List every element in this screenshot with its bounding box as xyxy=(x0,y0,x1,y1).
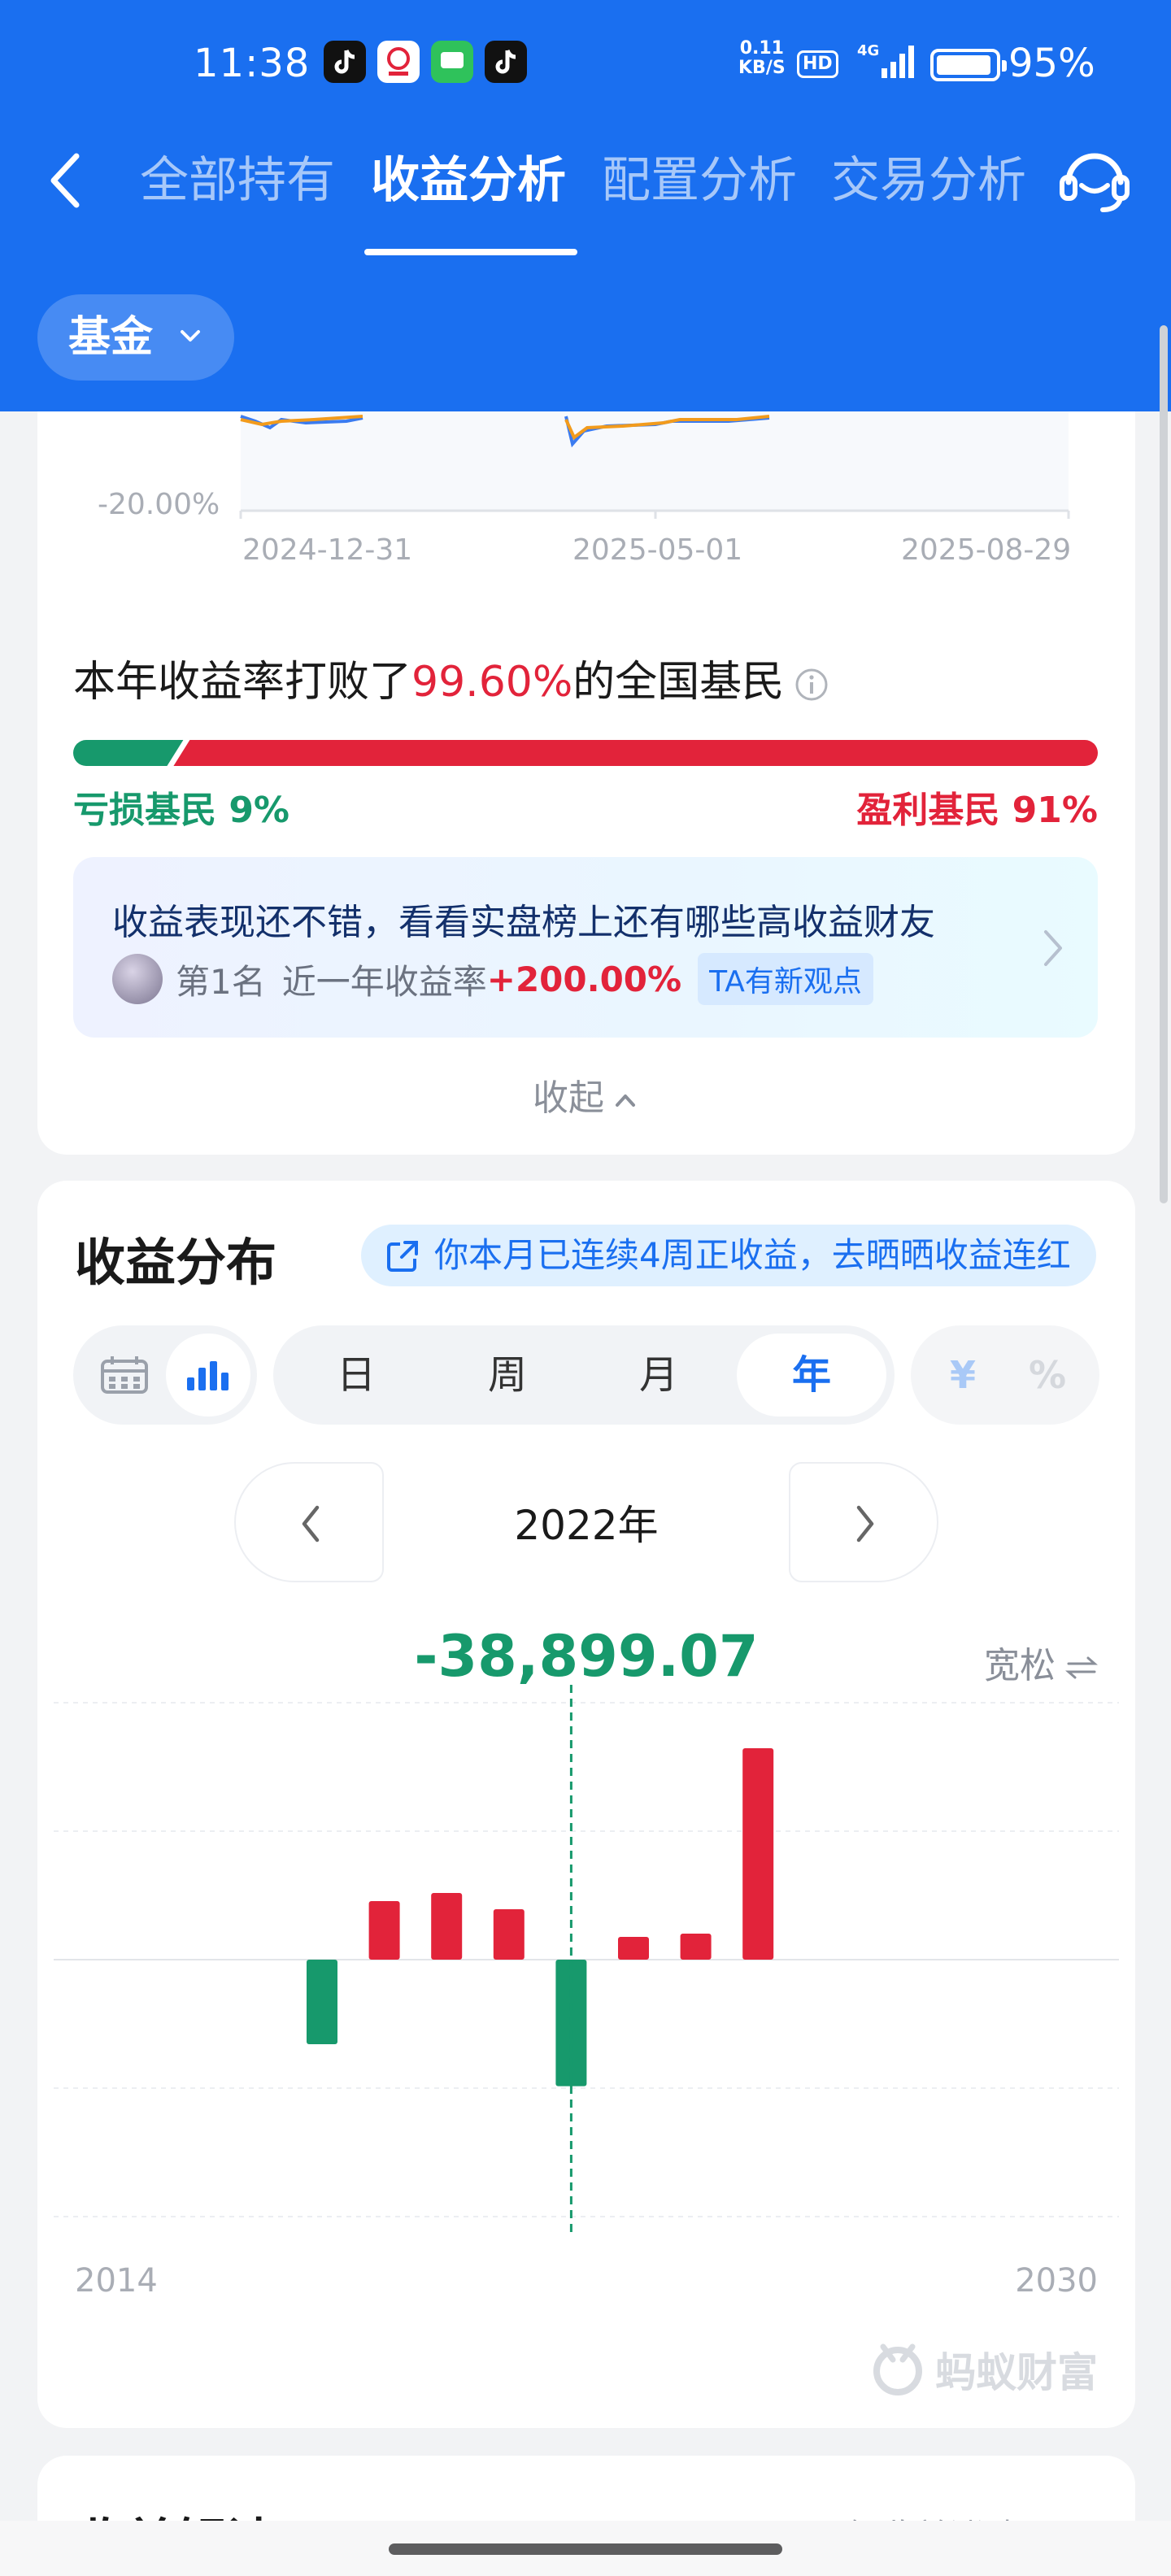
lose-bar-segment xyxy=(73,740,184,766)
douyin-app-icon xyxy=(324,41,366,83)
chevron-right-icon xyxy=(1044,930,1062,966)
bar-2024[interactable] xyxy=(680,1934,712,1960)
ranking-ratio-bar xyxy=(73,740,1098,766)
bar-chart-icon xyxy=(187,1361,229,1390)
grid-lines xyxy=(54,1702,1119,2217)
asset-type-dropdown[interactable]: 基金 xyxy=(37,294,234,381)
trend-x-label-1: 2024-12-31 xyxy=(242,533,413,567)
view-mode-toggle xyxy=(73,1325,257,1425)
win-label: 盈利基民 91% xyxy=(856,790,1098,831)
bar-2025[interactable] xyxy=(742,1748,774,1960)
win-bar-segment xyxy=(173,740,1098,766)
bar-2021[interactable] xyxy=(493,1909,525,1960)
battery-icon xyxy=(930,49,1007,81)
network-speed: 0.11 KB/S xyxy=(738,38,786,78)
density-toggle[interactable]: 宽松 xyxy=(984,1636,1098,1688)
bar-2020[interactable] xyxy=(431,1893,463,1960)
tab-profit-analysis[interactable]: 收益分析 xyxy=(371,150,566,211)
ant-fortune-logo-icon xyxy=(873,2343,922,2395)
share-text: 你本月已连续4周正收益，去晒晒收益连红 xyxy=(434,1235,1071,1275)
back-arrow-icon[interactable] xyxy=(41,148,89,213)
period-month[interactable]: 月 xyxy=(584,1334,734,1416)
china-mobile-app-icon xyxy=(377,41,420,83)
bar-2023[interactable] xyxy=(618,1937,649,1960)
calendar-icon xyxy=(101,1356,148,1394)
distribution-title: 收益分布 xyxy=(75,1233,277,1292)
period-day[interactable]: 日 xyxy=(281,1334,431,1416)
battery-percent: 95% xyxy=(1008,41,1095,86)
profit-distribution-chart[interactable] xyxy=(37,1685,1135,2311)
period-year[interactable]: 年 xyxy=(737,1334,886,1416)
percent-unit-button[interactable]: % xyxy=(1005,1334,1090,1416)
info-icon[interactable] xyxy=(794,667,829,703)
asset-type-label: 基金 xyxy=(68,313,154,362)
top-header: 11:38 0.11 KB/S HD 4G 95% 全部持有 收益分析 配置分析… xyxy=(0,0,1171,411)
new-view-badge: TA有新观点 xyxy=(698,953,873,1005)
share-streak-button[interactable]: 你本月已连续4周正收益，去晒晒收益连红 xyxy=(361,1225,1096,1286)
chevron-right-icon xyxy=(856,1505,874,1543)
status-bar: 11:38 0.11 KB/S HD 4G 95% xyxy=(0,36,1171,94)
status-time: 11:38 xyxy=(194,41,311,86)
hd-badge: HD xyxy=(797,50,838,78)
share-icon xyxy=(387,1241,418,1272)
promo-rank: 第1名 xyxy=(176,961,266,1002)
tab-all-holdings[interactable]: 全部持有 xyxy=(140,150,335,211)
customer-service-icon[interactable] xyxy=(1057,145,1132,216)
bar-chart-view-button[interactable] xyxy=(166,1334,250,1416)
selected-profit-value: -38,899.07 xyxy=(414,1623,759,1690)
swap-icon xyxy=(1065,1656,1098,1679)
leaderboard-promo-banner[interactable]: 收益表现还不错，看看实盘榜上还有哪些高收益财友 第1名 近一年收益率 +200.… xyxy=(73,857,1098,1038)
calendar-view-button[interactable] xyxy=(81,1334,166,1416)
lose-label: 亏损基民 9% xyxy=(73,790,290,831)
x-axis-end-label: 2030 xyxy=(1015,2262,1098,2300)
messages-app-icon xyxy=(431,41,473,83)
promo-metric: 近一年收益率 xyxy=(281,961,487,1002)
chevron-down-icon xyxy=(181,330,200,342)
promo-detail: 第1名 近一年收益率 +200.00% TA有新观点 xyxy=(112,953,873,1005)
avatar xyxy=(112,954,163,1004)
trend-x-label-2: 2025-05-01 xyxy=(572,533,743,567)
signal-icon: 4G xyxy=(857,42,914,78)
next-year-button[interactable] xyxy=(789,1462,938,1582)
scrollbar[interactable] xyxy=(1160,325,1168,1203)
profit-distribution-card: 收益分布 你本月已连续4周正收益，去晒晒收益连红 日 周 月 年 ¥ % 202… xyxy=(37,1181,1135,2428)
bar-2019[interactable] xyxy=(368,1901,400,1960)
chevron-up-icon xyxy=(616,1094,635,1107)
bar-2018[interactable] xyxy=(307,1960,337,2044)
ranking-headline: 本年收益率打败了99.60%的全国基民 xyxy=(73,647,829,708)
bars xyxy=(307,1748,774,2086)
promo-value: +200.00% xyxy=(486,959,682,999)
x-axis-start-label: 2014 xyxy=(75,2262,158,2300)
trend-y-label: -20.00% xyxy=(98,488,220,521)
svg-text:4G: 4G xyxy=(857,42,879,59)
home-gesture-bar[interactable] xyxy=(389,2543,782,2555)
currency-unit-button[interactable]: ¥ xyxy=(921,1334,1005,1416)
selected-year: 2022年 xyxy=(514,1502,659,1549)
tab-trade-analysis[interactable]: 交易分析 xyxy=(831,150,1026,211)
douyin-app-icon-2 xyxy=(485,41,527,83)
tab-allocation-analysis[interactable]: 配置分析 xyxy=(602,150,797,211)
collapse-button[interactable]: 收起 xyxy=(37,1068,1135,1120)
active-tab-indicator xyxy=(364,249,577,255)
promo-title: 收益表现还不错，看看实盘榜上还有哪些高收益财友 xyxy=(112,902,935,943)
period-week[interactable]: 周 xyxy=(433,1334,582,1416)
unit-toggle: ¥ % xyxy=(911,1325,1099,1425)
system-navigation-bar xyxy=(0,2521,1171,2576)
ant-fortune-watermark: 蚂蚁财富 xyxy=(868,2339,1098,2400)
ranking-percent: 99.60% xyxy=(411,658,573,707)
profit-trend-card: -20.00% 2024-12-31 2025-05-01 2025-08-29… xyxy=(37,374,1135,1155)
period-selector: 日 周 月 年 xyxy=(273,1325,895,1425)
trend-x-label-3: 2025-08-29 xyxy=(901,533,1072,567)
